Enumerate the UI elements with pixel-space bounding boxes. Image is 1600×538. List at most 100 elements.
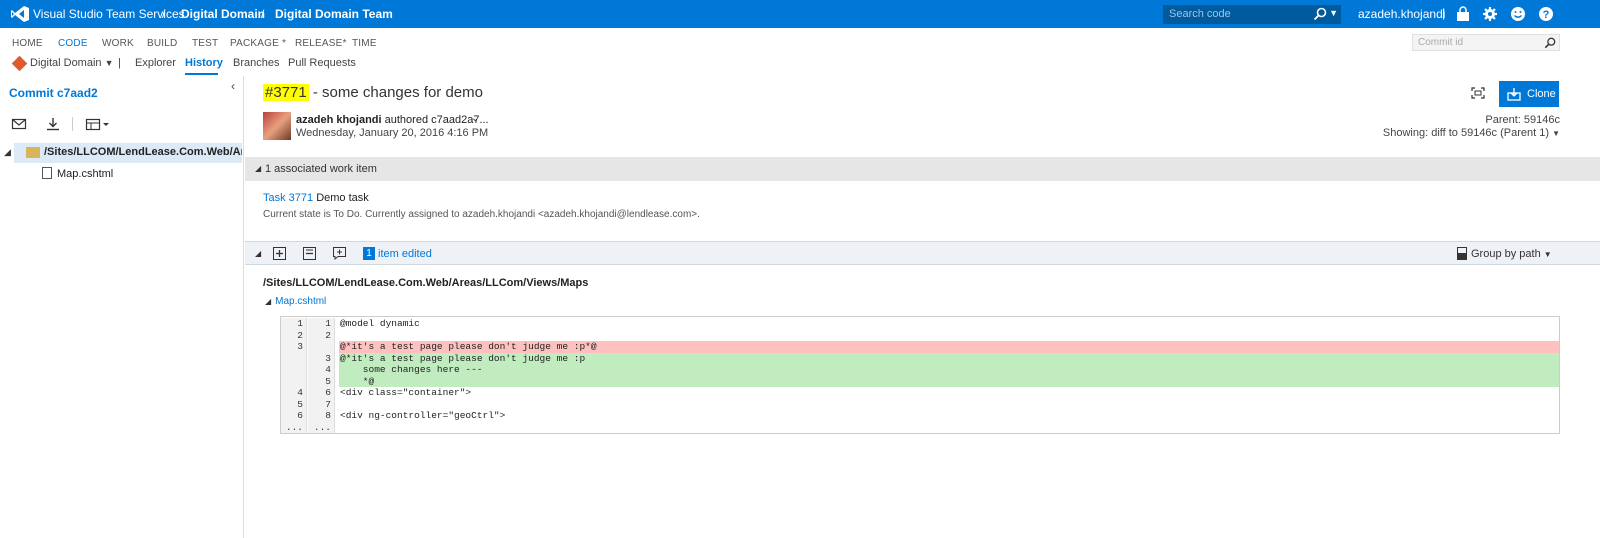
smiley-feedback-icon[interactable] <box>1510 6 1526 22</box>
commit-message: - some changes for demo <box>308 84 483 101</box>
layout-icon[interactable] <box>1457 247 1467 260</box>
diff-code: @*it's a test page please don't judge me… <box>339 352 1559 364</box>
diff-showing-selector[interactable]: Showing: diff to 59146c (Parent 1) ▼ <box>1383 127 1560 139</box>
diff-line-number-new: 8 <box>308 410 335 422</box>
group-by-selector[interactable]: Group by path ▼ <box>1471 248 1552 260</box>
download-icon[interactable] <box>45 116 61 132</box>
diff-line-number-new: 7 <box>308 398 335 410</box>
collapse-all-icon[interactable] <box>303 247 316 260</box>
code-search-input[interactable]: Search code ▼ <box>1163 5 1341 24</box>
diff-line: 4 some changes here --- <box>281 364 1559 376</box>
changed-file-folder: /Sites/LLCOM/LendLease.Com.Web/Areas/LLC… <box>263 277 589 289</box>
diff-code <box>339 330 1559 342</box>
search-placeholder: Search code <box>1169 8 1231 20</box>
visual-studio-logo-icon[interactable] <box>10 5 30 23</box>
file-icon <box>42 167 52 179</box>
changes-toolbar: ◢ 1 item edited Group by path ▼ <box>245 241 1600 265</box>
changed-file-name[interactable]: Map.cshtml <box>275 296 326 307</box>
tab-branches[interactable]: Branches <box>233 57 279 69</box>
diff-line-number-new: 6 <box>308 387 335 399</box>
chevron-down-icon: ▼ <box>1543 250 1552 259</box>
email-icon[interactable] <box>11 116 27 132</box>
shopping-bag-icon[interactable] <box>1455 6 1471 22</box>
commit-work-item-id: #3771 <box>263 84 309 101</box>
work-items-header-label: 1 associated work item <box>265 163 377 175</box>
tree-folder-path[interactable]: /Sites/LLCOM/LendLease.Com.Web/Areas/ <box>44 146 242 158</box>
group-by-label: Group by path <box>1471 248 1541 260</box>
repo-name: Digital Domain <box>30 57 102 69</box>
diff-line-number-old <box>281 352 307 364</box>
diff-line-number-old: ... <box>281 421 307 433</box>
changed-items-count: 1 <box>363 247 375 260</box>
search-icon[interactable] <box>1544 37 1556 49</box>
search-icon[interactable] <box>1313 7 1327 21</box>
clone-button[interactable]: Clone <box>1499 81 1559 107</box>
items-edited-label[interactable]: item edited <box>378 248 432 260</box>
hub-time[interactable]: TIME <box>352 38 377 49</box>
work-item-title: Demo task <box>313 192 369 204</box>
tree-expand-icon[interactable]: ◢ <box>4 147 11 158</box>
diff-line-number-new: 5 <box>308 375 335 387</box>
work-item-link[interactable]: Task 3771 <box>263 192 313 204</box>
diff-code: <div ng-controller="geoCtrl"> <box>340 410 506 421</box>
hub-build[interactable]: BUILD <box>147 38 177 49</box>
diff-viewer[interactable]: 1 1 @model dynamic 2 2 3 @*it's a test page pl… <box>280 316 1560 434</box>
view-options-icon[interactable] <box>85 116 111 132</box>
subnav-separator: | <box>118 57 121 69</box>
breadcrumb-team[interactable]: Digital Domain Team <box>275 7 393 21</box>
user-name[interactable]: azadeh.khojandi <box>1358 7 1445 21</box>
collapse-icon[interactable]: ◢ <box>255 164 261 173</box>
breadcrumb-separator: / <box>261 7 265 21</box>
author-name[interactable]: azadeh khojandi <box>296 114 382 126</box>
folder-icon <box>26 147 40 158</box>
hub-package[interactable]: PACKAGE * <box>230 38 286 49</box>
gear-icon[interactable] <box>1482 6 1498 22</box>
tab-explorer[interactable]: Explorer <box>135 57 176 69</box>
hub-home[interactable]: HOME <box>12 38 43 49</box>
sub-navigation: Digital Domain ▼ | Explorer History Bran… <box>0 54 1600 76</box>
help-icon[interactable]: ? <box>1538 6 1554 22</box>
diff-line-number-old <box>281 364 307 376</box>
diff-line-number-old <box>281 375 307 387</box>
diff-line: 5 *@ <box>281 375 1559 387</box>
collapse-icon[interactable]: ◢ <box>255 249 261 258</box>
top-bar: Visual Studio Team Services / Digital Do… <box>0 0 1600 28</box>
diff-code <box>339 399 1559 411</box>
diff-line-number-old: 3 <box>281 341 307 353</box>
diff-line-number-new: 3 <box>308 352 335 364</box>
collapse-pane-icon[interactable]: ‹ <box>231 79 235 93</box>
hub-test[interactable]: TEST <box>192 38 218 49</box>
expand-all-icon[interactable] <box>273 247 286 260</box>
add-comment-icon[interactable] <box>333 247 346 260</box>
left-pane: Commit c7aad2 ‹ ◢ /Sites/LLCOM/LendLease… <box>0 76 244 538</box>
hub-code[interactable]: CODE <box>58 38 88 49</box>
work-item: Task 3771 Demo task <box>263 192 369 204</box>
changed-file-header[interactable]: ◢ Map.cshtml <box>265 296 326 307</box>
commit-date: Wednesday, January 20, 2016 4:16 PM <box>296 127 489 139</box>
breadcrumb-project[interactable]: Digital Domain <box>181 7 265 21</box>
hub-release[interactable]: RELEASE* <box>295 38 347 49</box>
active-tab-indicator <box>185 73 218 75</box>
avatar[interactable] <box>263 112 291 140</box>
fullscreen-icon[interactable] <box>1471 87 1485 99</box>
parent-commit[interactable]: Parent: 59146c <box>1485 114 1560 126</box>
diff-line-number-new: 1 <box>308 318 335 330</box>
tree-file-item[interactable]: Map.cshtml <box>57 168 113 180</box>
diff-line: 4 6 <div class="container"> <box>281 387 1559 399</box>
tab-history[interactable]: History <box>185 57 223 69</box>
work-items-header[interactable]: ◢ 1 associated work item <box>245 157 1600 181</box>
diff-line-number-new: 4 <box>308 364 335 376</box>
commit-id-placeholder: Commit id <box>1418 37 1464 48</box>
repo-selector[interactable]: Digital Domain ▼ <box>30 57 114 69</box>
diff-code: @model dynamic <box>340 318 420 329</box>
clone-label: Clone <box>1527 88 1556 100</box>
diff-line: ...... <box>281 421 1559 433</box>
diff-code: <div class="container"> <box>340 387 472 398</box>
commit-id-search-input[interactable]: Commit id <box>1412 34 1560 51</box>
chevron-down-icon[interactable]: ⌄ <box>471 113 479 124</box>
collapse-icon[interactable]: ◢ <box>265 297 271 306</box>
tab-pull-requests[interactable]: Pull Requests <box>288 57 356 69</box>
chevron-down-icon[interactable]: ▼ <box>1329 8 1338 18</box>
hub-navigation: HOME CODE WORK BUILD TEST PACKAGE * RELE… <box>0 28 1600 54</box>
hub-work[interactable]: WORK <box>102 38 134 49</box>
